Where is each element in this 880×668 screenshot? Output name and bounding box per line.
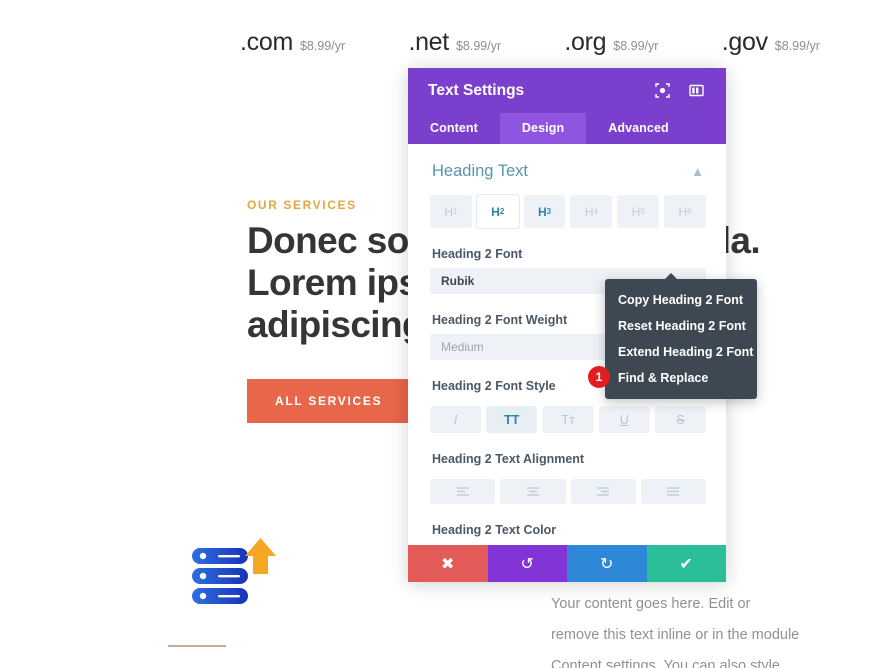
heading-level-sub: 2 [499,207,505,216]
domain-tld: .gov [721,28,768,56]
underline-button[interactable]: U [598,406,650,433]
panel-title: Text Settings [428,81,525,99]
heading-level-h4[interactable]: H4 [570,195,613,228]
small-caps-button[interactable]: Tᴛ [542,406,594,433]
panel-footer: ✖ ↺ ↻ ✔ [408,545,726,582]
heading-level-sub: 6 [687,207,692,216]
body-copy: Your content goes here. Edit or remove t… [551,596,800,668]
heading-level-group: H1 H2 H3 H4 H5 H6 [408,187,726,228]
domain-tld: .org [564,28,607,56]
domain-price: $8.99/yr [774,39,820,53]
all-services-button[interactable]: ALL SERVICES [247,379,411,423]
step-badge: 1 [588,366,610,388]
uppercase-button[interactable]: TT [486,406,538,433]
color-swatch-group [408,544,726,545]
heading-level-sub: 3 [546,207,552,216]
align-justify-icon[interactable] [640,479,706,504]
chevron-up-icon[interactable]: ▲ [691,164,704,179]
domain-tld: .net [408,28,449,56]
text-alignment-group [408,473,726,504]
domain-item[interactable]: .net $8.99/yr [408,28,501,57]
domain-item[interactable]: .gov $8.99/yr [722,28,820,57]
layout-columns-icon[interactable] [686,81,706,101]
heading-level-h6[interactable]: H6 [664,195,706,228]
panel-tabs: Content Design Advanced [408,113,726,144]
heading-level-sub: 5 [640,207,645,216]
cancel-button[interactable]: ✖ [408,545,488,582]
menu-item-reset-font[interactable]: Reset Heading 2 Font [605,313,757,339]
font-context-menu: Copy Heading 2 Font Reset Heading 2 Font… [588,273,757,399]
align-right-icon[interactable] [570,479,636,504]
undo-button[interactable]: ↺ [487,545,567,582]
align-center-icon[interactable] [500,479,566,504]
server-upload-icon [188,538,284,610]
focus-icon[interactable] [652,81,672,101]
align-left-icon[interactable] [430,479,496,504]
heading-level-h3[interactable]: H3 [523,195,566,228]
menu-item-extend-font[interactable]: Extend Heading 2 Font [605,339,757,365]
panel-header: Text Settings [408,68,726,113]
heading-level-h2[interactable]: H2 [476,195,519,228]
heading-text-section-header[interactable]: Heading Text ▲ [408,144,726,187]
heading-level-sub: 4 [593,207,598,216]
strikethrough-button[interactable]: S [654,406,707,433]
strikethrough-glyph: S [676,412,685,427]
domain-item[interactable]: .org $8.99/yr [564,28,658,57]
font-style-group: I TT Tᴛ U S [408,400,726,433]
underline-glyph: U [619,412,629,427]
heading-text-alignment-label: Heading 2 Text Alignment [432,452,585,466]
heading-text-color-label: Heading 2 Text Color [432,523,557,537]
save-button[interactable]: ✔ [646,545,726,582]
menu-item-find-replace[interactable]: 1 Find & Replace [588,365,757,391]
decorative-rule [168,645,226,647]
domain-price: $8.99/yr [299,39,346,53]
domain-item[interactable]: .com $8.99/yr [240,28,345,57]
heading-level-h5[interactable]: H5 [617,195,660,228]
domain-price: $8.99/yr [455,39,502,53]
heading-level-h1[interactable]: H1 [430,195,472,228]
domain-price-bar: .com $8.99/yr .net $8.99/yr .org $8.99/y… [240,28,820,57]
italic-glyph: I [453,412,458,427]
domain-price: $8.99/yr [613,39,659,53]
menu-item-label: Find & Replace [618,371,709,385]
redo-button[interactable]: ↻ [567,545,647,582]
heading-font-label: Heading 2 Font [432,247,523,261]
section-title: Heading Text [432,162,529,180]
section-eyebrow: OUR SERVICES [247,198,357,212]
domain-tld: .com [240,28,293,56]
menu-item-copy-font[interactable]: Copy Heading 2 Font [605,287,757,313]
italic-button[interactable]: I [430,406,482,433]
tab-design[interactable]: Design [499,113,587,144]
tab-content[interactable]: Content [408,113,500,144]
tab-advanced[interactable]: Advanced [586,113,691,144]
heading-level-sub: 1 [453,207,458,216]
